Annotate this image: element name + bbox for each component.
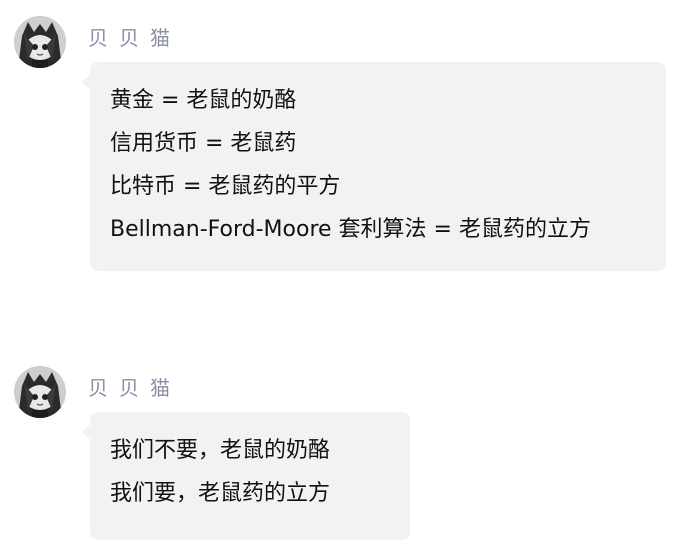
avatar[interactable]: [14, 366, 66, 418]
avatar[interactable]: [14, 16, 66, 68]
message-line: 我们要，老鼠药的立方: [110, 481, 331, 506]
message-line: 比特币 = 老鼠药的平方: [110, 174, 341, 199]
cat-girl-avatar-icon: [14, 366, 66, 418]
sender-name[interactable]: 贝贝猫: [88, 372, 181, 401]
message-line: 信用货币 = 老鼠药: [110, 131, 297, 156]
sender-name[interactable]: 贝贝猫: [88, 22, 181, 51]
chat-message: 贝贝猫 我们不要，老鼠的奶酪 我们要，老鼠药的立方: [0, 366, 682, 546]
chat-message: 贝贝猫 黄金 = 老鼠的奶酪 信用货币 = 老鼠药 比特币 = 老鼠药的平方 B…: [0, 16, 682, 276]
message-line: 黄金 = 老鼠的奶酪: [110, 88, 297, 113]
cat-girl-avatar-icon: [14, 16, 66, 68]
message-bubble: 我们不要，老鼠的奶酪 我们要，老鼠药的立方: [81, 412, 410, 540]
message-line: Bellman-Ford-Moore 套利算法 = 老鼠药的立方: [110, 217, 591, 242]
message-bubble: 黄金 = 老鼠的奶酪 信用货币 = 老鼠药 比特币 = 老鼠药的平方 Bellm…: [81, 62, 666, 271]
message-line: 我们不要，老鼠的奶酪: [110, 438, 331, 463]
